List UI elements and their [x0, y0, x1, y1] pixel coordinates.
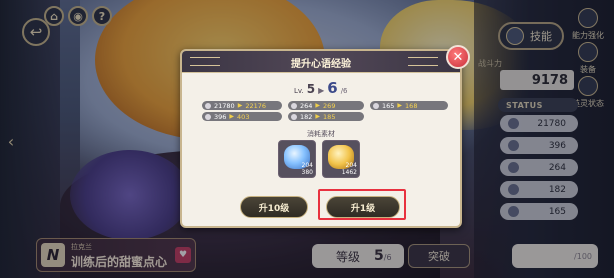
stat-change-crit: 165 ▶ 168: [370, 101, 448, 110]
level-from: 5: [306, 82, 316, 96]
material-count: 204 1462: [341, 162, 357, 176]
diamond-icon: [373, 102, 379, 109]
heart-icon: [205, 102, 211, 109]
material-item-gold[interactable]: 204 1462: [322, 140, 360, 178]
materials-label: 消耗素材: [307, 130, 335, 138]
stat-change-attack: 396 ▶ 403: [202, 112, 282, 121]
ornament: [408, 57, 438, 66]
material-item-crystal[interactable]: 204 380: [278, 140, 316, 178]
close-icon: ✕: [452, 49, 464, 65]
level-max: /6: [340, 87, 348, 95]
shield-icon: [291, 102, 297, 109]
level-change: Lv. 5 ▶ 6 /6: [294, 79, 348, 97]
stat-change-defense: 264 ▶ 269: [288, 101, 364, 110]
stat-change-speed: 182 ▶ 185: [288, 112, 364, 121]
sword-icon: [205, 113, 211, 120]
dialog-header: 提升心语经验: [182, 51, 460, 73]
stat-change-row: 396 ▶ 403 182 ▶ 185: [202, 112, 448, 121]
arrow-icon: ▶: [318, 86, 325, 95]
level-to: 6: [327, 79, 338, 97]
stat-change-hp: 21780 ▶ 22176: [202, 101, 282, 110]
level-up-10-button[interactable]: 升10级: [240, 196, 308, 218]
flame-icon: [291, 113, 297, 120]
material-count: 204 380: [301, 162, 313, 176]
close-button[interactable]: ✕: [446, 45, 470, 69]
highlight-box: [318, 189, 406, 220]
level-prefix: Lv.: [294, 87, 304, 95]
stat-change-row: 21780 ▶ 22176 264 ▶ 269 165 ▶ 168: [202, 101, 448, 110]
